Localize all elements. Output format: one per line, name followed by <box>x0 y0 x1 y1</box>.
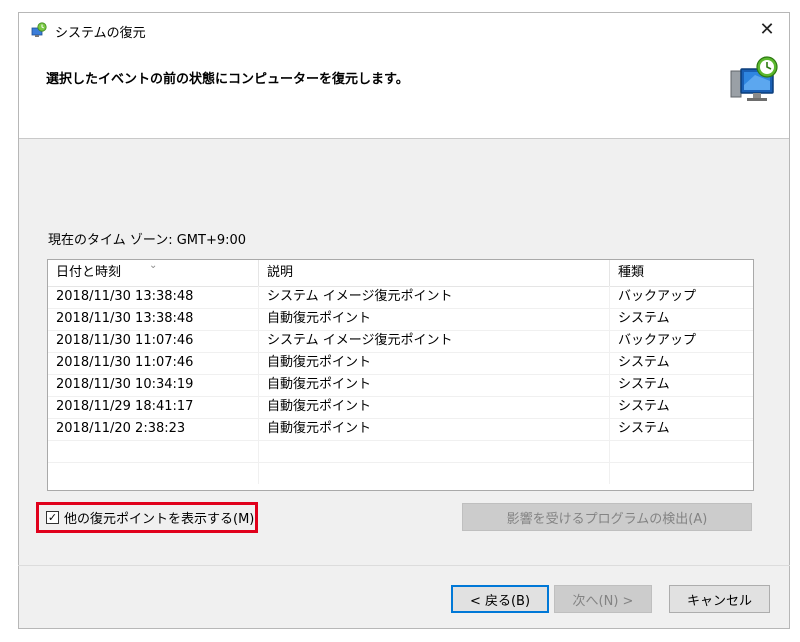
empty-cell <box>48 462 259 484</box>
column-header-filler <box>747 260 753 286</box>
close-icon: ✕ <box>759 18 775 40</box>
header-panel: 選択したイベントの前の状態にコンピューターを復元します。 <box>19 47 789 139</box>
table-row[interactable]: 2018/11/30 11:07:46 システム イメージ復元ポイント バックア… <box>48 330 753 353</box>
show-more-checkbox[interactable]: ✓ <box>46 510 59 524</box>
cell-type: システム <box>618 311 670 326</box>
cell-date: 2018/11/30 10:34:19 <box>48 374 259 396</box>
next-button-label: 次へ(N) > <box>572 593 634 609</box>
cell-description: システム イメージ復元ポイント <box>259 286 610 308</box>
column-header-date-label: 日付と時刻 <box>56 265 122 280</box>
computer-restore-icon <box>730 56 778 101</box>
table-row[interactable]: 2018/11/30 10:34:19 自動復元ポイント システム <box>48 374 753 397</box>
cell-description: 自動復元ポイント <box>259 418 610 440</box>
timezone-label: 現在のタイム ゾーン: GMT+9:00 <box>48 233 247 248</box>
instruction-text: 選択したイベントの前の状態にコンピューターを復元します。 <box>46 72 409 87</box>
close-button[interactable]: ✕ <box>745 13 789 45</box>
window-title: システムの復元 <box>55 26 146 41</box>
footer-separator <box>18 565 790 566</box>
scan-affected-programs-label: 影響を受けるプログラムの検出(A) <box>506 511 708 527</box>
cell-description: システム イメージ復元ポイント <box>259 330 610 352</box>
empty-cell <box>610 440 753 462</box>
cell-type: システム <box>618 355 670 370</box>
checkmark-icon: ✓ <box>47 510 58 524</box>
column-header-date[interactable]: 日付と時刻 ⌄ <box>48 260 259 286</box>
back-button-label: < 戻る(B) <box>469 593 531 609</box>
title-bar: システムの復元 ✕ <box>19 13 789 47</box>
cell-date: 2018/11/30 11:07:46 <box>48 352 259 374</box>
cell-type: システム <box>618 421 670 436</box>
empty-cell <box>259 462 610 484</box>
show-more-label: 他の復元ポイントを表示する(M) <box>64 511 255 527</box>
cell-type: バックアップ <box>618 333 697 348</box>
cell-type: システム <box>618 399 670 414</box>
list-header: 日付と時刻 ⌄ 説明 種類 <box>48 260 753 287</box>
show-more-restore-points-option[interactable]: ✓ 他の復元ポイントを表示する(M) <box>46 507 254 527</box>
column-header-description[interactable]: 説明 <box>259 260 610 286</box>
system-restore-icon <box>31 22 47 37</box>
table-row[interactable]: 2018/11/30 13:38:48 システム イメージ復元ポイント バックア… <box>48 286 753 309</box>
cell-description: 自動復元ポイント <box>259 396 610 418</box>
column-header-type-label: 種類 <box>618 265 645 280</box>
table-row[interactable]: 2018/11/30 11:07:46 自動復元ポイント システム <box>48 352 753 375</box>
next-button[interactable]: 次へ(N) > <box>554 585 652 613</box>
sort-descending-icon: ⌄ <box>149 260 158 271</box>
column-header-type[interactable]: 種類 <box>610 260 747 286</box>
restore-point-list[interactable]: 日付と時刻 ⌄ 説明 種類 2018/11/30 13:38:48 システム イ… <box>47 259 754 491</box>
back-button[interactable]: < 戻る(B) <box>451 585 549 613</box>
cancel-button[interactable]: キャンセル <box>669 585 770 613</box>
empty-cell <box>259 440 610 462</box>
cell-description: 自動復元ポイント <box>259 308 610 330</box>
empty-row <box>48 462 753 484</box>
table-row[interactable]: 2018/11/30 13:38:48 自動復元ポイント システム <box>48 308 753 331</box>
table-row[interactable]: 2018/11/20 2:38:23 自動復元ポイント システム <box>48 418 753 441</box>
cell-date: 2018/11/30 11:07:46 <box>48 330 259 352</box>
scan-affected-programs-button[interactable]: 影響を受けるプログラムの検出(A) <box>462 503 752 531</box>
cancel-button-label: キャンセル <box>686 593 752 609</box>
cell-date: 2018/11/30 13:38:48 <box>48 286 259 308</box>
cell-description: 自動復元ポイント <box>259 374 610 396</box>
empty-cell <box>610 462 753 484</box>
cell-type: バックアップ <box>618 289 697 304</box>
cell-date: 2018/11/29 18:41:17 <box>48 396 259 418</box>
cell-description: 自動復元ポイント <box>259 352 610 374</box>
empty-cell <box>48 440 259 462</box>
cell-type: システム <box>618 377 670 392</box>
cell-date: 2018/11/30 13:38:48 <box>48 308 259 330</box>
table-row[interactable]: 2018/11/29 18:41:17 自動復元ポイント システム <box>48 396 753 419</box>
cell-date: 2018/11/20 2:38:23 <box>48 418 259 440</box>
column-header-description-label: 説明 <box>267 265 294 280</box>
empty-row <box>48 440 753 463</box>
